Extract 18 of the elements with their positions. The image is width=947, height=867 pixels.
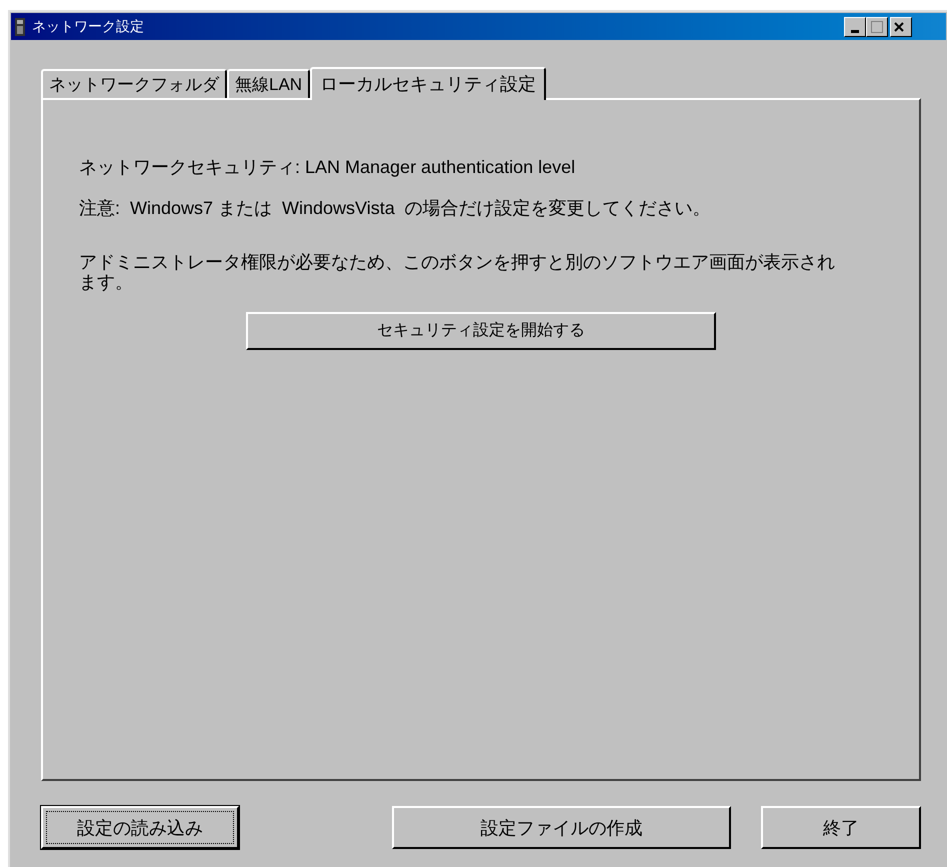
create-file-button[interactable]: 設定ファイルの作成 xyxy=(392,806,731,849)
tab[interactable]: 無線LAN xyxy=(227,69,310,98)
maximize-icon xyxy=(871,20,883,32)
load-settings-button[interactable]: 設定の読み込み xyxy=(41,806,239,849)
minimize-button[interactable] xyxy=(844,16,866,36)
maximize-button[interactable] xyxy=(866,16,888,36)
window-title: ネットワーク設定 xyxy=(32,17,144,36)
close-button[interactable] xyxy=(890,16,912,36)
minimize-icon xyxy=(851,30,859,32)
tab[interactable]: ネットワークフォルダ xyxy=(41,69,227,98)
description-text: アドミニストレータ権限が必要なため、このボタンを押すと別のソフトウエア画面が表示されます。 xyxy=(79,252,836,292)
tab[interactable]: ローカルセキュリティ設定 xyxy=(310,67,546,100)
exit-button[interactable]: 終了 xyxy=(761,806,921,849)
close-icon xyxy=(894,22,904,32)
start-security-button[interactable]: セキュリティ設定を開始する xyxy=(246,312,716,350)
heading-text: ネットワークセキュリティ: LAN Manager authentication level xyxy=(79,156,576,179)
app-icon xyxy=(14,16,26,36)
note-text: 注意: Windows7 または WindowsVista の場合だけ設定を変更してください。 xyxy=(79,197,712,220)
